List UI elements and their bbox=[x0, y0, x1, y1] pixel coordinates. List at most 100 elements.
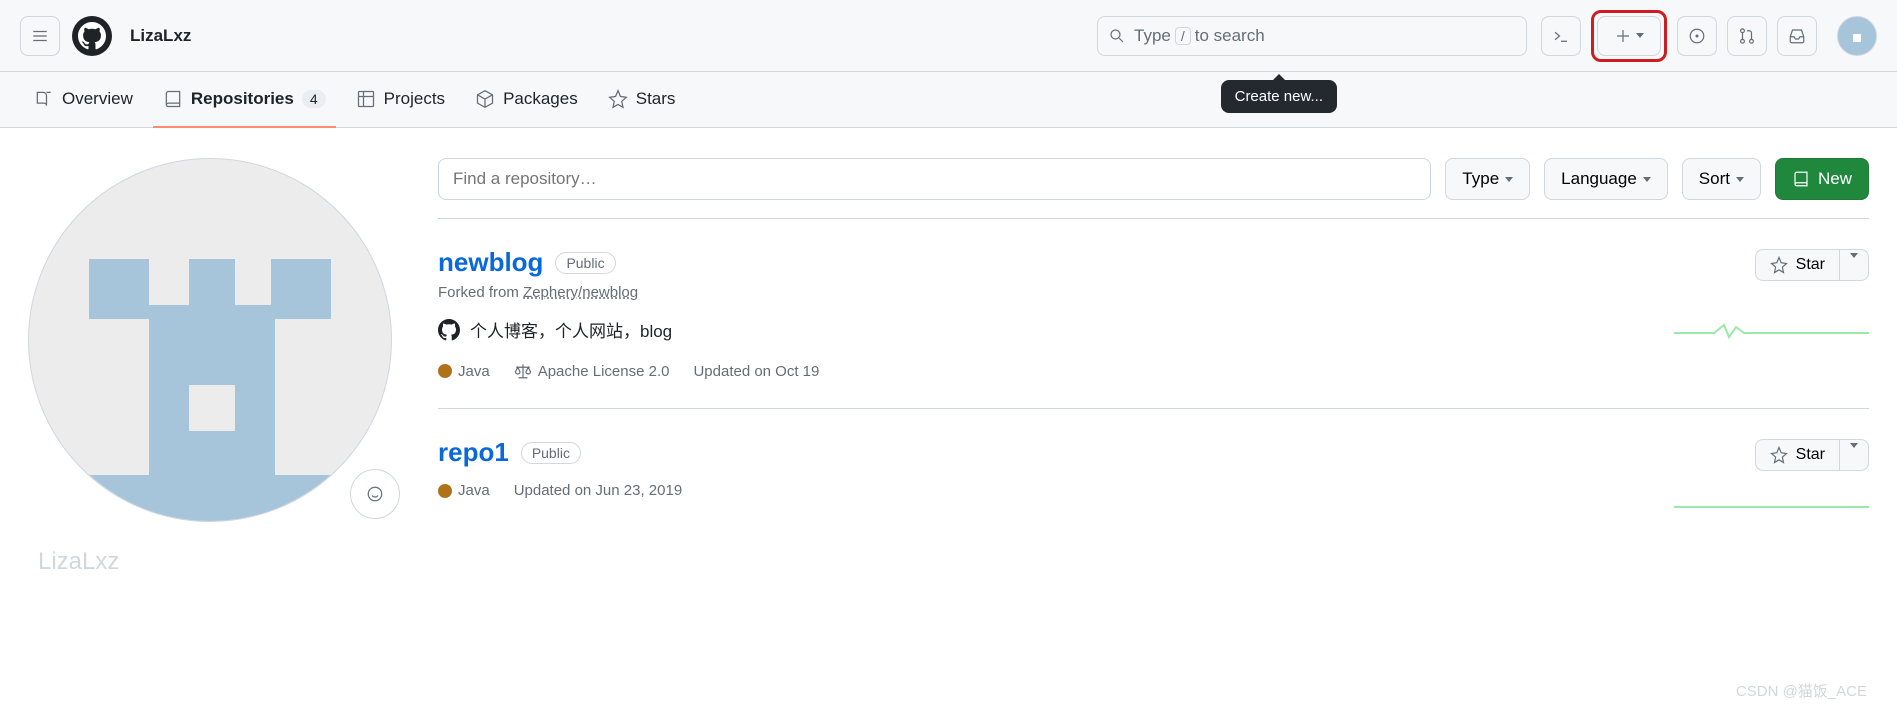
filter-label: Language bbox=[1561, 169, 1637, 189]
law-icon bbox=[514, 362, 532, 380]
hamburger-icon bbox=[31, 27, 49, 45]
repo-meta: Java Apache License 2.0 Updated on Oct 1… bbox=[438, 362, 1869, 380]
header-username[interactable]: LizaLxz bbox=[130, 26, 191, 46]
tab-label: Repositories bbox=[191, 89, 294, 109]
visibility-badge: Public bbox=[521, 442, 581, 464]
star-button[interactable]: Star bbox=[1755, 439, 1840, 471]
repo-list-content: Type Language Sort New newblog Public Fo… bbox=[438, 158, 1869, 527]
github-logo-icon bbox=[72, 16, 112, 56]
tab-label: Packages bbox=[503, 89, 578, 109]
notifications-button[interactable] bbox=[1777, 16, 1817, 56]
profile-avatar[interactable] bbox=[28, 158, 392, 522]
license: Apache License 2.0 bbox=[514, 362, 670, 380]
language-dot-icon bbox=[438, 364, 452, 378]
pull-request-icon bbox=[1738, 27, 1756, 45]
repo-count-badge: 4 bbox=[302, 90, 326, 108]
repo-meta: Java Updated on Jun 23, 2019 bbox=[438, 482, 1869, 499]
sort-filter-button[interactable]: Sort bbox=[1682, 158, 1761, 200]
inbox-icon bbox=[1788, 27, 1806, 45]
search-input[interactable]: Type / to search bbox=[1097, 16, 1527, 56]
tab-overview[interactable]: Overview bbox=[24, 72, 143, 128]
star-icon bbox=[1770, 446, 1788, 464]
book-icon bbox=[34, 89, 54, 109]
search-text-suffix: to search bbox=[1195, 26, 1265, 46]
smiley-icon bbox=[366, 485, 384, 503]
terminal-icon bbox=[1552, 27, 1570, 45]
global-header: LizaLxz Type / to search bbox=[0, 0, 1897, 72]
repo-name-link[interactable]: repo1 bbox=[438, 437, 509, 468]
profile-name: LizaLxz bbox=[38, 548, 119, 576]
star-dropdown-button[interactable] bbox=[1840, 439, 1869, 471]
table-icon bbox=[356, 89, 376, 109]
avatar-icon bbox=[1845, 22, 1869, 50]
updated-text: Updated on Jun 23, 2019 bbox=[514, 482, 682, 499]
forked-from: Forked from Zephery/newblog bbox=[438, 284, 1869, 301]
issue-icon bbox=[1688, 27, 1706, 45]
language: Java bbox=[438, 482, 490, 499]
tab-label: Projects bbox=[384, 89, 445, 109]
star-label: Star bbox=[1796, 256, 1825, 274]
type-filter-button[interactable]: Type bbox=[1445, 158, 1530, 200]
filter-label: Type bbox=[1462, 169, 1499, 189]
star-block: Star bbox=[1755, 249, 1869, 281]
issues-button[interactable] bbox=[1677, 16, 1717, 56]
language-dot-icon bbox=[438, 484, 452, 498]
tab-label: Overview bbox=[62, 89, 133, 109]
star-button[interactable]: Star bbox=[1755, 249, 1840, 281]
updated-text: Updated on Oct 19 bbox=[693, 363, 819, 380]
filter-row: Type Language Sort New bbox=[438, 158, 1869, 200]
set-status-button[interactable] bbox=[350, 469, 400, 519]
tab-packages[interactable]: Packages bbox=[465, 72, 588, 128]
find-repository-input[interactable] bbox=[438, 158, 1431, 200]
tab-repositories[interactable]: Repositories 4 bbox=[153, 72, 336, 128]
description-text: 个人博客，个人网站，blog bbox=[470, 317, 672, 342]
pull-requests-button[interactable] bbox=[1727, 16, 1767, 56]
activity-sparkline bbox=[1674, 313, 1869, 343]
tab-projects[interactable]: Projects bbox=[346, 72, 455, 128]
header-actions bbox=[1541, 10, 1877, 62]
star-icon bbox=[608, 89, 628, 109]
new-label: New bbox=[1818, 169, 1852, 189]
repo-description: 个人博客，个人网站，blog bbox=[438, 317, 1869, 342]
main-content: LizaLxz Type Language Sort New newblog P… bbox=[0, 128, 1897, 527]
repo-item: repo1 Public Java Updated on Jun 23, 201… bbox=[438, 408, 1869, 527]
octocat-icon bbox=[438, 319, 460, 341]
create-new-button[interactable] bbox=[1597, 16, 1661, 56]
new-repo-button[interactable]: New bbox=[1775, 158, 1869, 200]
chevron-down-icon bbox=[1505, 177, 1513, 182]
repo-item: newblog Public Forked from Zephery/newbl… bbox=[438, 218, 1869, 408]
repo-icon bbox=[1792, 170, 1810, 188]
activity-sparkline bbox=[1674, 487, 1869, 517]
watermark: CSDN @猫饭_ACE bbox=[1736, 680, 1867, 701]
user-avatar-button[interactable] bbox=[1837, 16, 1877, 56]
search-text-prefix: Type bbox=[1134, 26, 1171, 46]
slash-key-icon: / bbox=[1175, 27, 1191, 45]
forked-source-link[interactable]: Zephery/newblog bbox=[523, 284, 638, 301]
logo-link[interactable] bbox=[72, 16, 112, 56]
filter-label: Sort bbox=[1699, 169, 1730, 189]
language: Java bbox=[438, 363, 490, 380]
chevron-down-icon bbox=[1850, 253, 1858, 273]
star-dropdown-button[interactable] bbox=[1840, 249, 1869, 281]
create-button-highlight bbox=[1591, 10, 1667, 62]
command-palette-button[interactable] bbox=[1541, 16, 1581, 56]
star-label: Star bbox=[1796, 446, 1825, 464]
chevron-down-icon bbox=[1643, 177, 1651, 182]
chevron-down-icon bbox=[1736, 177, 1744, 182]
tab-stars[interactable]: Stars bbox=[598, 72, 686, 128]
chevron-down-icon bbox=[1850, 443, 1858, 463]
create-tooltip: Create new... bbox=[1221, 80, 1337, 113]
profile-tabs: Overview Repositories 4 Projects Package… bbox=[0, 72, 1897, 128]
repo-icon bbox=[163, 89, 183, 109]
plus-icon bbox=[1614, 27, 1632, 45]
chevron-down-icon bbox=[1636, 33, 1644, 38]
search-icon bbox=[1108, 27, 1126, 45]
visibility-badge: Public bbox=[555, 252, 615, 274]
profile-sidebar: LizaLxz bbox=[28, 158, 408, 527]
star-icon bbox=[1770, 256, 1788, 274]
hamburger-menu-button[interactable] bbox=[20, 16, 60, 56]
repo-name-link[interactable]: newblog bbox=[438, 247, 543, 278]
tab-label: Stars bbox=[636, 89, 676, 109]
star-block: Star bbox=[1755, 439, 1869, 471]
language-filter-button[interactable]: Language bbox=[1544, 158, 1668, 200]
